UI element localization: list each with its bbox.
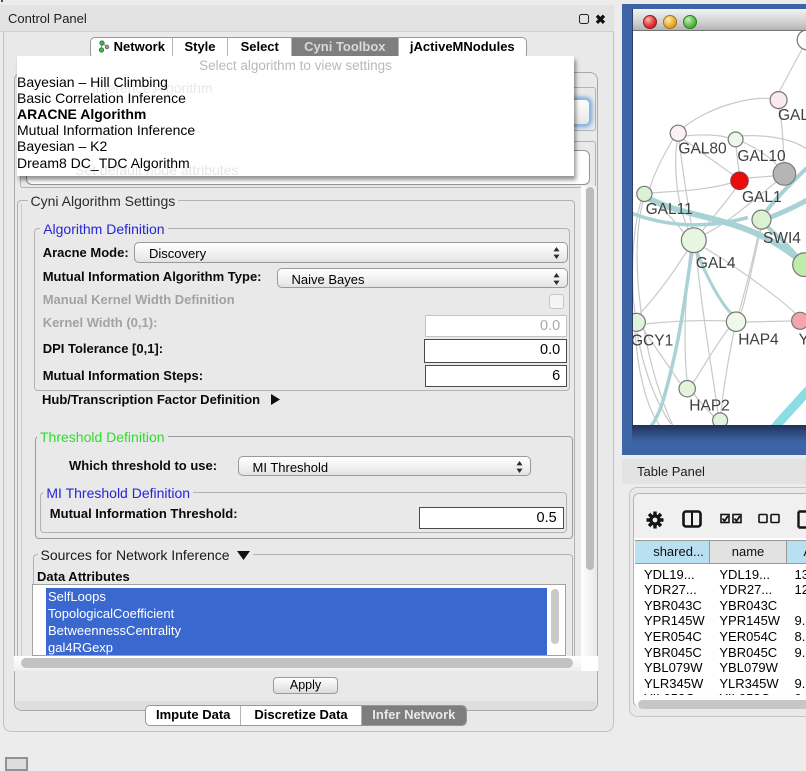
svg-text:GAL80: GAL80 bbox=[678, 141, 727, 158]
svg-text:GAL1: GAL1 bbox=[742, 189, 782, 206]
svg-text:HAP2: HAP2 bbox=[689, 398, 730, 415]
svg-text:GAL2: GAL2 bbox=[778, 107, 806, 124]
svg-text:HAP4: HAP4 bbox=[738, 332, 779, 349]
svg-text:GAL4: GAL4 bbox=[696, 255, 736, 272]
svg-text:YJ: YJ bbox=[799, 332, 806, 349]
svg-text:GAL10: GAL10 bbox=[737, 148, 786, 165]
svg-text:SWI4: SWI4 bbox=[763, 230, 801, 247]
svg-text:GCY1: GCY1 bbox=[633, 333, 673, 350]
svg-text:GAL11: GAL11 bbox=[646, 201, 693, 218]
